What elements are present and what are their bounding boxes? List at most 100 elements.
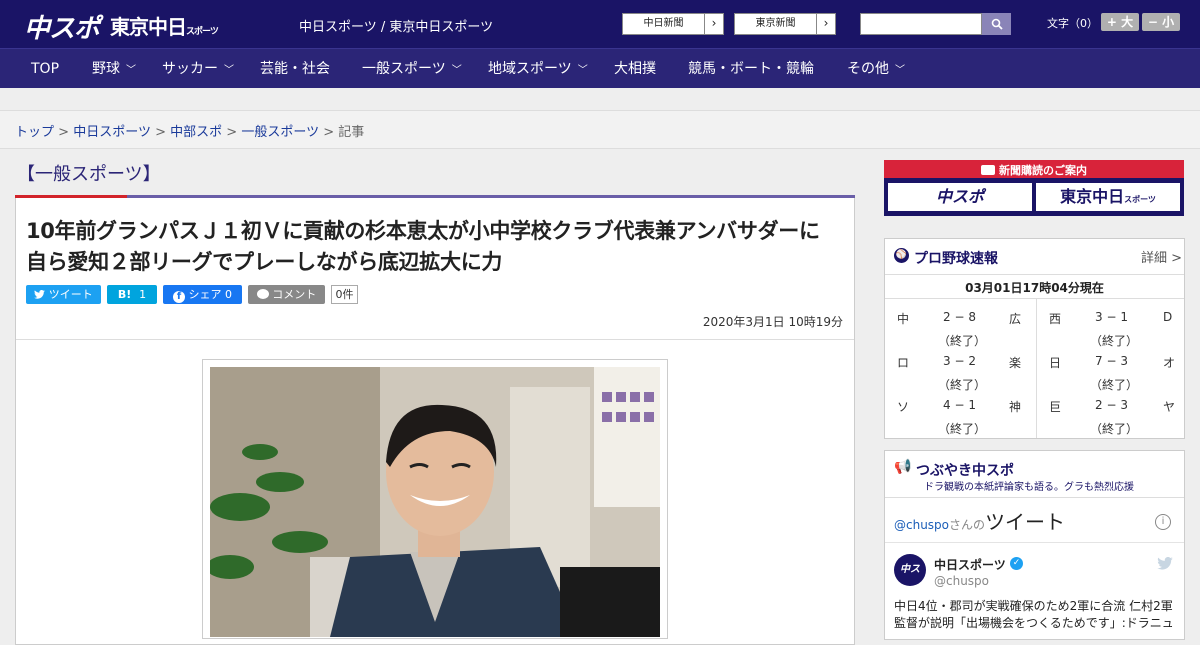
timeline-handle[interactable]: @chuspo bbox=[894, 518, 949, 532]
hatena-count: 1 bbox=[139, 288, 147, 301]
timeline-divider bbox=[885, 542, 1184, 543]
nav-other-label: その他 bbox=[847, 61, 889, 77]
baseball-detail-link[interactable]: 詳細 > bbox=[1141, 247, 1182, 266]
article-photo[interactable] bbox=[210, 367, 660, 637]
nav-other[interactable]: その他 ﹀ bbox=[847, 49, 905, 89]
comment-label: コメント bbox=[272, 288, 317, 301]
baseball-as-of: 03月01日17時04分現在 bbox=[965, 281, 1104, 295]
baseball-title: プロ野球速報 bbox=[914, 251, 998, 267]
nav-top[interactable]: TOP bbox=[31, 49, 59, 89]
breadcrumb-chubu-spo[interactable]: 中部スポ bbox=[170, 125, 222, 140]
baseball-scores-panel bbox=[884, 238, 1185, 439]
subscribe-chuspo-logo[interactable]: 中スポ bbox=[888, 183, 1032, 211]
nav-baseball[interactable]: 野球 ﹀ bbox=[92, 49, 136, 89]
score-home: 日 bbox=[1049, 356, 1062, 370]
tweet-user-handle: @chuspo bbox=[934, 574, 990, 588]
score-home: 巨 bbox=[1049, 400, 1062, 414]
chevron-right-icon: › bbox=[711, 16, 717, 30]
score-status: （終了） bbox=[1090, 422, 1139, 436]
baseball-column-divider bbox=[1036, 298, 1037, 438]
subscribe-title: 新聞購読のご案内 bbox=[884, 162, 1184, 178]
baseball-asof-divider bbox=[885, 298, 1184, 299]
score-home: ソ bbox=[897, 400, 910, 414]
nav-general-sports-label: 一般スポーツ bbox=[362, 61, 446, 77]
score-home: 中 bbox=[897, 312, 910, 326]
subscribe-tokyo-logo-main: 東京中日 bbox=[1060, 187, 1125, 206]
breadcrumb-top[interactable]: トップ bbox=[15, 125, 54, 140]
score-away: ヤ bbox=[1163, 400, 1176, 414]
score-value: 7 − 3 bbox=[1095, 354, 1128, 368]
breadcrumb-separator: > bbox=[226, 125, 238, 140]
hatena-bookmark-button[interactable]: B! 1 bbox=[107, 285, 157, 304]
tweets-divider bbox=[885, 497, 1184, 498]
tweet-button[interactable]: ツイート bbox=[26, 285, 101, 304]
nav-racing-label: 競馬・ボート・競輪 bbox=[688, 61, 814, 77]
nav-racing[interactable]: 競馬・ボート・競輪 bbox=[688, 49, 814, 89]
nav-soccer[interactable]: サッカー ﹀ bbox=[162, 49, 234, 89]
comment-button[interactable]: コメント bbox=[248, 285, 325, 304]
nav-general-sports[interactable]: 一般スポーツ ﹀ bbox=[362, 49, 462, 89]
subscribe-title-text: 新聞購読のご案内 bbox=[999, 164, 1087, 177]
score-home: 西 bbox=[1049, 312, 1062, 326]
chevron-down-icon: ﹀ bbox=[895, 65, 905, 76]
score-value: 4 − 1 bbox=[943, 398, 976, 412]
score-status: （終了） bbox=[1090, 378, 1139, 392]
font-larger-button[interactable]: + 大 bbox=[1101, 13, 1139, 31]
share-count: 0 bbox=[225, 288, 232, 301]
subscribe-tokyo-logo[interactable]: 東京中日スポーツ bbox=[1036, 183, 1180, 211]
nav-sumo-label: 大相撲 bbox=[614, 61, 656, 77]
article-top-border bbox=[15, 195, 855, 198]
facebook-share-button[interactable]: f シェア 0 bbox=[163, 285, 242, 304]
score-away: 楽 bbox=[1009, 356, 1022, 370]
chevron-right-icon: › bbox=[823, 16, 829, 30]
tokyo-logo-main: 東京中日 bbox=[110, 15, 187, 39]
score-away: 神 bbox=[1009, 400, 1022, 414]
tweets-title: つぶやき中スポ bbox=[916, 463, 1014, 479]
score-status: （終了） bbox=[938, 334, 987, 348]
avatar[interactable]: 中ス bbox=[894, 554, 926, 586]
share-label: シェア bbox=[188, 288, 222, 301]
chunichi-shimbun-label: 中日新聞 bbox=[623, 14, 705, 34]
score-away: オ bbox=[1163, 356, 1176, 370]
tokyo-shimbun-link[interactable]: 東京新聞 › bbox=[734, 13, 836, 35]
article-divider bbox=[16, 339, 854, 340]
tweets-subtitle: ドラ観戦の本紙評論家も語る。グラも熱烈応援 bbox=[924, 482, 1134, 493]
score-away: 広 bbox=[1009, 312, 1022, 326]
chevron-down-icon: ﹀ bbox=[577, 65, 588, 76]
tweet-text[interactable]: 中日4位・郡司が実戦確保のため2軍に合流 仁村2軍監督が説明「出場機会をつくるた… bbox=[894, 598, 1176, 630]
chevron-down-icon: ﹀ bbox=[126, 65, 136, 76]
chuspo-logo[interactable]: 中スポ bbox=[24, 8, 100, 45]
chunichi-shimbun-link[interactable]: 中日新聞 › bbox=[622, 13, 724, 35]
timeline-handle-suffix: さんの bbox=[949, 518, 986, 532]
font-smaller-button[interactable]: − 小 bbox=[1142, 13, 1180, 31]
breadcrumb-current: 記事 bbox=[338, 125, 365, 140]
nav-entertainment-label: 芸能・社会 bbox=[260, 61, 330, 77]
tweet-user-name[interactable]: 中日スポーツ bbox=[934, 556, 1006, 573]
tokyo-shimbun-label: 東京新聞 bbox=[735, 14, 817, 34]
facebook-icon: f bbox=[173, 291, 185, 303]
nav-regional-sports[interactable]: 地域スポーツ ﹀ bbox=[488, 49, 588, 89]
nav-entertainment[interactable]: 芸能・社会 bbox=[260, 49, 330, 89]
search-input[interactable] bbox=[860, 13, 982, 35]
timeline-label: ツイート bbox=[985, 510, 1066, 534]
article-headline: 10年前グランパスＪ１初Ｖに貢献の杉本恵太が小中学校クラブ代表兼アンバサダーに … bbox=[26, 219, 841, 274]
score-value: 3 − 1 bbox=[1095, 310, 1128, 324]
nav-sumo[interactable]: 大相撲 bbox=[614, 49, 656, 89]
main-nav: TOP 野球 ﹀ サッカー ﹀ 芸能・社会 一般スポーツ ﹀ 地域スポーツ ﹀ 大相撲 … bbox=[0, 48, 1200, 88]
chevron-down-icon: ﹀ bbox=[451, 65, 462, 76]
breadcrumb-chunichi-sports[interactable]: 中日スポーツ bbox=[73, 125, 151, 140]
tokyo-chunichi-logo[interactable]: 東京中日スポーツ bbox=[110, 11, 219, 40]
font-size-label: 文字（0） bbox=[1047, 17, 1098, 30]
site-names: 中日スポーツ / 東京中日スポーツ bbox=[299, 20, 494, 35]
subscribe-tokyo-logo-small: スポーツ bbox=[1124, 195, 1156, 204]
breadcrumb-separator: > bbox=[155, 125, 166, 140]
score-away: D bbox=[1163, 310, 1173, 324]
tokyo-logo-small: スポーツ bbox=[186, 27, 219, 37]
nav-top-label: TOP bbox=[31, 61, 60, 77]
search-button[interactable] bbox=[982, 13, 1011, 35]
smiling-man-photo bbox=[210, 367, 660, 637]
info-icon[interactable]: i bbox=[1155, 514, 1171, 530]
breadcrumb-general-sports[interactable]: 一般スポーツ bbox=[241, 125, 319, 140]
breadcrumb-separator: > bbox=[323, 125, 335, 140]
article-top-accent bbox=[15, 195, 127, 198]
